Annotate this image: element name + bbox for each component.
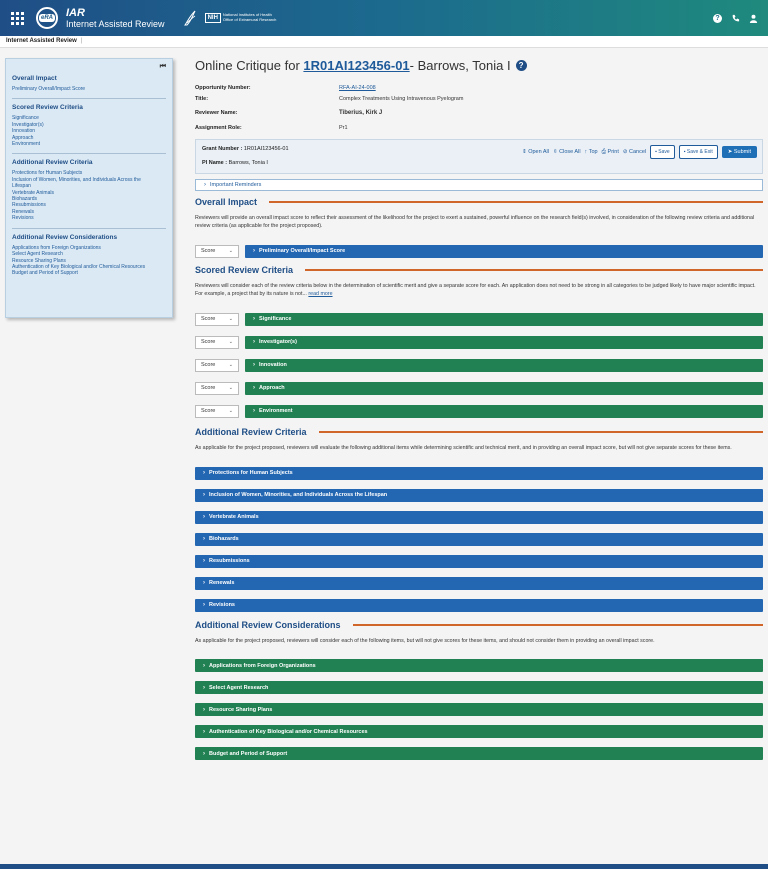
info-opportunity: Opportunity Number: RFA-AI-24-008	[195, 84, 376, 91]
additional-criterion-panel[interactable]: › Protections for Human Subjects	[195, 466, 763, 480]
additional-criterion-panel[interactable]: › Biohazards	[195, 532, 763, 546]
info-title: Title: Complex Treatments Using Intraven…	[195, 95, 464, 102]
save-exit-button[interactable]: ▪ Save & Exit	[678, 145, 718, 159]
additional-criteria-heading: Additional Review Criteria	[195, 427, 763, 437]
consideration-panel[interactable]: › Select Agent Research	[195, 681, 763, 694]
main-content: Online Critique for 1R01AI123456-01 - Ba…	[195, 58, 763, 760]
overall-impact-heading: Overall Impact	[195, 197, 763, 207]
additional-criterion-panel[interactable]: › Vertebrate Animals	[195, 510, 763, 524]
score-row-approach: Score ⌄ › Approach	[195, 381, 763, 395]
app-title: IAR Internet Assisted Review	[66, 7, 165, 30]
submit-button[interactable]: ➤ Submit	[721, 146, 757, 158]
criterion-panel[interactable]: › Investigator(s)	[245, 335, 763, 349]
chevron-right-icon: ›	[253, 248, 255, 254]
score-select[interactable]: Score ⌄	[195, 404, 239, 418]
score-select[interactable]: Score ⌄	[195, 358, 239, 372]
scored-criteria-desc: Reviewers will consider each of the revi…	[195, 283, 756, 297]
opportunity-number-link[interactable]: RFA-AI-24-008	[339, 85, 376, 91]
sidebar-heading[interactable]: Overall Impact	[12, 75, 166, 82]
consideration-panel[interactable]: › Budget and Period of Support	[195, 747, 763, 760]
sidebar-item[interactable]: Revisions	[12, 215, 166, 221]
help-icon[interactable]: ?	[515, 60, 527, 71]
sidebar-section-overall: Overall Impact Preliminary Overall/Impac…	[12, 75, 166, 100]
app-abbr: IAR	[66, 6, 85, 19]
important-reminders-toggle[interactable]: › Important Reminders	[195, 179, 763, 191]
nih-logo: NIH National Institutes of Health Office…	[204, 12, 276, 23]
info-reviewer: Reviewer Name: Tiberius, Kirk J	[195, 110, 383, 116]
sidebar-item[interactable]: Preliminary Overall/Impact Score	[12, 86, 166, 92]
preliminary-score-panel[interactable]: › Preliminary Overall/Impact Score	[245, 244, 763, 258]
sidebar-section-additional-criteria: Additional Review Criteria Protections f…	[12, 159, 166, 229]
overall-impact-desc: Reviewers will provide an overall impact…	[195, 215, 755, 229]
open-all-button[interactable]: ⇕ Open All	[522, 149, 549, 155]
save-button[interactable]: ▪ Save	[650, 145, 675, 159]
scored-criteria-heading: Scored Review Criteria	[195, 265, 763, 275]
help-icon[interactable]: ?	[713, 13, 722, 23]
sidebar-item[interactable]: Environment	[12, 141, 166, 147]
consideration-panel[interactable]: › Authentication of Key Biological and/or…	[195, 725, 763, 738]
sub-header-title: Internet Assisted Review	[6, 38, 77, 44]
score-row-environment: Score ⌄ › Environment	[195, 404, 763, 418]
additional-criterion-panel[interactable]: › Renewals	[195, 576, 763, 590]
score-select[interactable]: Score ⌄	[195, 244, 239, 258]
cancel-button[interactable]: ⊘ Cancel	[623, 149, 646, 155]
additional-criterion-panel[interactable]: › Revisions	[195, 598, 763, 612]
score-row-innovation: Score ⌄ › Innovation	[195, 358, 763, 372]
sidebar-heading[interactable]: Additional Review Considerations	[12, 234, 166, 241]
criterion-panel[interactable]: › Innovation	[245, 358, 763, 372]
chevron-right-icon: ›	[204, 182, 206, 188]
footer-bar	[0, 864, 768, 869]
phone-icon[interactable]	[731, 14, 740, 23]
score-select[interactable]: Score ⌄	[195, 312, 239, 326]
criterion-panel[interactable]: › Significance	[245, 312, 763, 326]
score-select[interactable]: Score ⌄	[195, 381, 239, 395]
hhs-eagle-icon	[183, 10, 196, 26]
sidebar-heading[interactable]: Scored Review Criteria	[12, 104, 166, 111]
additional-criterion-panel[interactable]: › Resubmissions	[195, 554, 763, 568]
consideration-panel[interactable]: › Resource Sharing Plans	[195, 703, 763, 716]
print-button[interactable]: ⎙ Print	[602, 149, 619, 156]
era-logo[interactable]: eRA	[36, 7, 58, 29]
score-select[interactable]: Score ⌄	[195, 335, 239, 349]
considerations-desc: As applicable for the project proposed, …	[195, 637, 655, 644]
app-grid-icon[interactable]	[6, 7, 28, 29]
section-nav-sidebar: ⏮ Overall Impact Preliminary Overall/Imp…	[5, 58, 173, 318]
page-title: Online Critique for 1R01AI123456-01 - Ba…	[195, 58, 763, 73]
grant-number-link[interactable]: 1R01AI123456-01	[303, 58, 409, 73]
close-all-button[interactable]: ⇳ Close All	[553, 149, 581, 155]
sidebar-section-considerations: Additional Review Considerations Applica…	[12, 234, 166, 283]
critique-actions: ⇕ Open All ⇳ Close All ↑ Top ⎙ Print ⊘ C…	[522, 145, 757, 159]
user-icon[interactable]	[749, 14, 758, 23]
app-full-name: Internet Assisted Review	[66, 19, 165, 30]
grant-summary-box: Grant Number : 1R01AI123456-01 PI Name :…	[195, 139, 763, 174]
sidebar-item[interactable]: Budget and Period of Support	[12, 270, 166, 276]
sidebar-section-scored: Scored Review Criteria Significance Inve…	[12, 104, 166, 155]
read-more-link[interactable]: read more	[308, 291, 332, 297]
collapse-sidebar-icon[interactable]: ⏮	[160, 63, 166, 71]
criterion-panel[interactable]: › Approach	[245, 381, 763, 395]
score-row-investigators: Score ⌄ › Investigator(s)	[195, 335, 763, 349]
top-button[interactable]: ↑ Top	[585, 149, 598, 155]
criterion-panel[interactable]: › Environment	[245, 404, 763, 418]
score-row-significance: Score ⌄ › Significance	[195, 312, 763, 326]
overall-score-row: Score ⌄ › Preliminary Overall/Impact Score	[195, 244, 763, 258]
sub-header: Internet Assisted Review |	[0, 36, 768, 48]
info-role: Assignment Role: Pr1	[195, 124, 348, 131]
top-header: eRA IAR Internet Assisted Review NIH Nat…	[0, 0, 768, 36]
sidebar-heading[interactable]: Additional Review Criteria	[12, 159, 166, 166]
considerations-heading: Additional Review Considerations	[195, 620, 763, 630]
consideration-panel[interactable]: › Applications from Foreign Organizations	[195, 659, 763, 672]
additional-criteria-desc: As applicable for the project proposed, …	[195, 445, 732, 451]
additional-criterion-panel[interactable]: › Inclusion of Women, Minorities, and Ind…	[195, 488, 763, 502]
